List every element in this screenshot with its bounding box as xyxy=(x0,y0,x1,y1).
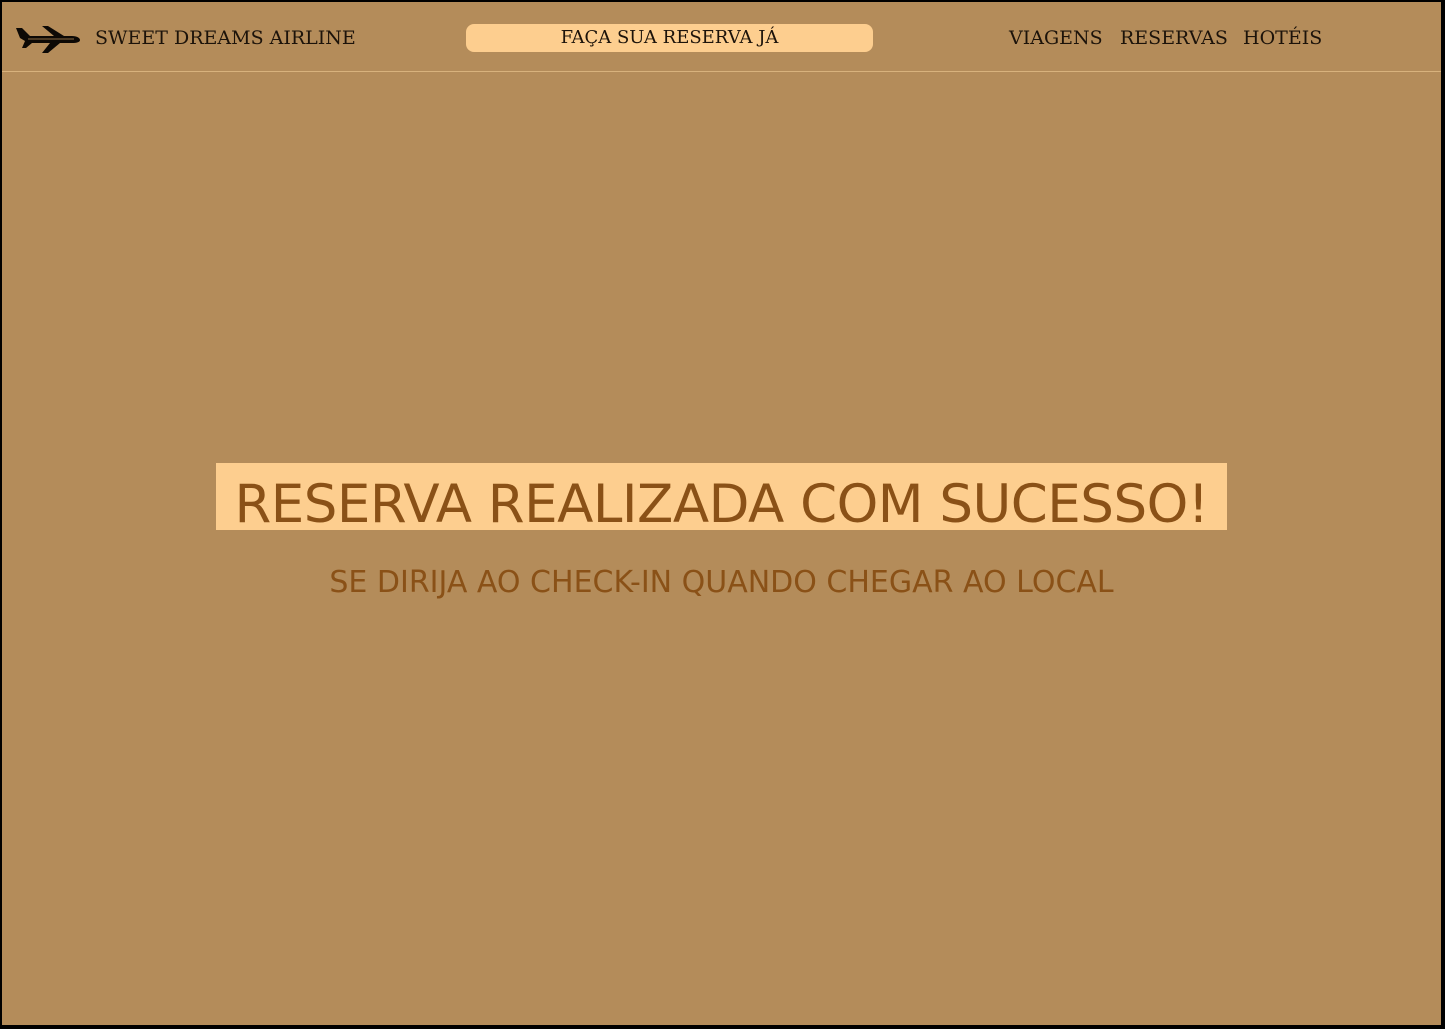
top-navbar: SWEET DREAMS AIRLINE FAÇA SUA RESERVA JÁ… xyxy=(2,2,1441,72)
airplane-icon[interactable] xyxy=(14,24,82,54)
nav-link-reservas[interactable]: RESERVAS xyxy=(1120,26,1228,50)
page: SWEET DREAMS AIRLINE FAÇA SUA RESERVA JÁ… xyxy=(2,2,1441,1025)
success-headline: RESERVA REALIZADA COM SUCESSO! xyxy=(234,474,1209,530)
success-banner: RESERVA REALIZADA COM SUCESSO! xyxy=(216,463,1227,530)
book-now-button[interactable]: FAÇA SUA RESERVA JÁ xyxy=(466,24,873,52)
nav-link-hoteis[interactable]: HOTÉIS xyxy=(1243,26,1322,50)
brand-name[interactable]: SWEET DREAMS AIRLINE xyxy=(95,26,356,50)
checkin-instruction: SE DIRIJA AO CHECK-IN QUANDO CHEGAR AO L… xyxy=(329,565,1114,600)
nav-link-viagens[interactable]: VIAGENS xyxy=(1009,26,1103,50)
